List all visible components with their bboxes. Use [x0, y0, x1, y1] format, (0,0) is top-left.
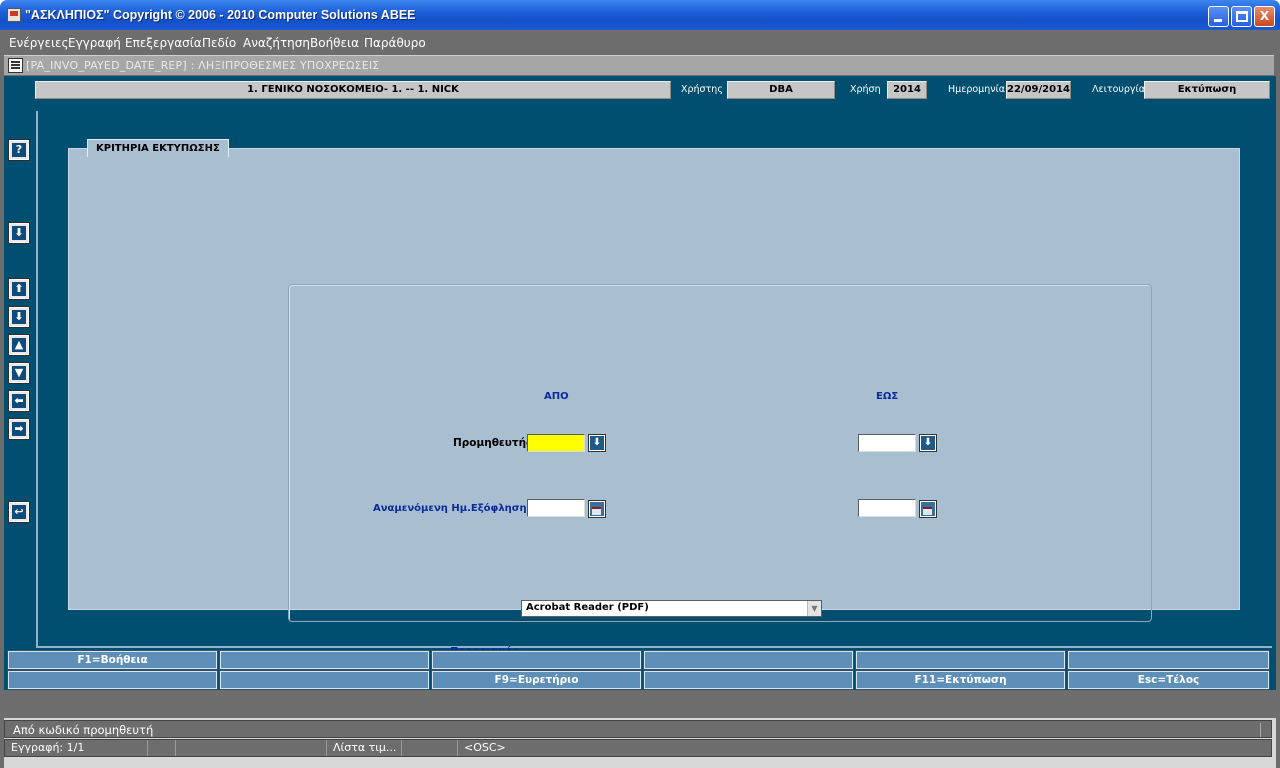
from-column-heading: ΑΠΟ	[544, 391, 569, 402]
status-cell	[402, 740, 458, 756]
fkey-blank[interactable]	[643, 670, 854, 690]
help-icon: ?	[12, 143, 26, 157]
fkey-blank[interactable]	[219, 670, 430, 690]
menu-edit[interactable]: Επεξεργασία	[125, 36, 202, 50]
user-label: Χρήστης	[681, 84, 723, 95]
window-title-bar[interactable]: "ΑΣΚΛΗΠΙΟΣ" Copyright © 2006 - 2010 Comp…	[0, 0, 1280, 30]
maximize-icon	[1236, 11, 1248, 22]
application-frame: Ενέργειες Εγγραφή Επεξεργασία Πεδίο Αναζ…	[0, 30, 1280, 768]
user-field: DBA	[727, 81, 835, 99]
chevron-down-icon[interactable]: ▼	[807, 601, 821, 616]
criteria-panel: ΑΠΟ ΕΩΣ Προμηθευτής ⬇ ⬇ Αναμενόμενη Ημ.Ε…	[68, 148, 1240, 657]
arrow-up-icon: ⬆	[12, 282, 26, 296]
form-title: [PA_INVO_PAYED_DATE_REP] : ΛΗΞΙΠΡΟΘΕΣΜΕΣ…	[26, 59, 380, 72]
date-field: 22/09/2014	[1006, 81, 1071, 99]
due-date-label: Αναμενόμενη Ημ.Εξόφλησης	[373, 503, 533, 514]
menu-help[interactable]: Βοήθεια	[310, 36, 359, 50]
return-icon: ↩	[12, 505, 26, 519]
destination-value: Acrobat Reader (PDF)	[526, 602, 649, 613]
status-area: Από κωδικό προμηθευτή Εγγραφή: 1/1 Λίστα…	[4, 718, 1276, 768]
form-icon	[8, 58, 23, 73]
window-title: "ΑΣΚΛΗΠΙΟΣ" Copyright © 2006 - 2010 Comp…	[25, 8, 416, 22]
status-cell	[148, 740, 176, 756]
supplier-to-lov-button[interactable]: ⬇	[919, 434, 937, 452]
exit-button[interactable]: ↩	[8, 501, 30, 523]
triangle-down-icon: ▼	[12, 366, 26, 380]
help-button[interactable]: ?	[8, 139, 30, 161]
previous-record-button[interactable]: ▲	[8, 334, 30, 356]
menu-field[interactable]: Πεδίο	[202, 36, 236, 50]
year-label: Χρήση	[850, 84, 881, 95]
status-bar: Εγγραφή: 1/1 Λίστα τιμ... <OSC>	[4, 739, 1272, 757]
close-button[interactable]: X	[1254, 6, 1275, 27]
supplier-from-input[interactable]	[527, 434, 585, 452]
fkey-blank[interactable]	[219, 650, 430, 670]
form-title-bar: [PA_INVO_PAYED_DATE_REP] : ΛΗΞΙΠΡΟΘΕΣΜΕΣ…	[4, 55, 1274, 75]
menu-search[interactable]: Αναζήτηση	[243, 36, 310, 50]
arrow-right-icon: ➡	[12, 422, 26, 436]
supplier-label: Προμηθευτής	[453, 437, 533, 449]
hint-bar: Από κωδικό προμηθευτή	[4, 720, 1272, 738]
due-date-to-input[interactable]	[858, 499, 916, 517]
fkey-blank[interactable]	[1067, 650, 1270, 670]
form-content: 1. ΓΕΝΙΚΟ ΝΟΣΟΚΟΜΕΙΟ- 1. -- 1. NICK Χρήσ…	[4, 76, 1276, 690]
menu-actions[interactable]: Ενέργειες	[9, 36, 69, 50]
arrow-left-icon: ⬅	[12, 394, 26, 408]
fkey-blank[interactable]	[643, 650, 854, 670]
arrow-down-bar-icon: ⬇	[12, 226, 26, 240]
due-date-from-input[interactable]	[527, 499, 585, 517]
criteria-box	[288, 284, 1152, 622]
f9-index-key[interactable]: F9=Ευρετήριο	[431, 670, 642, 690]
list-of-values-indicator: Λίστα τιμ...	[327, 740, 402, 756]
f11-print-key[interactable]: F11=Εκτύπωση	[855, 670, 1066, 690]
esc-exit-key[interactable]: Esc=Τέλος	[1067, 670, 1270, 690]
record-counter: Εγγραφή: 1/1	[5, 740, 148, 756]
year-field: 2014	[887, 81, 927, 99]
to-column-heading: ΕΩΣ	[876, 391, 899, 402]
minimize-button[interactable]	[1208, 6, 1229, 27]
fkey-blank[interactable]	[7, 670, 218, 690]
maximize-button[interactable]	[1231, 6, 1252, 27]
list-of-values-icon: ⬇	[923, 437, 933, 448]
destination-select[interactable]: Acrobat Reader (PDF) ▼	[521, 600, 822, 617]
due-date-from-calendar-button[interactable]	[588, 500, 606, 518]
arrow-down-icon: ⬇	[12, 310, 26, 324]
mode-indicator: <OSC>	[464, 741, 506, 754]
menu-record[interactable]: Εγγραφή	[68, 36, 121, 50]
triangle-up-icon: ▲	[12, 338, 26, 352]
next-field-button[interactable]: ➡	[8, 418, 30, 440]
menu-bar: Ενέργειες Εγγραφή Επεξεργασία Πεδίο Αναζ…	[4, 32, 1276, 54]
list-values-button[interactable]: ⬇	[8, 222, 30, 244]
function-field: Εκτύπωση	[1144, 81, 1270, 99]
due-date-to-calendar-button[interactable]	[919, 500, 937, 518]
f1-help-key[interactable]: F1=Βοήθεια	[7, 650, 218, 670]
minimize-icon	[1214, 19, 1222, 22]
hint-text: Από κωδικό προμηθευτή	[13, 723, 154, 737]
java-app-icon	[7, 8, 21, 22]
function-label: Λειτουργία	[1092, 84, 1146, 95]
hint-divider	[1260, 723, 1261, 737]
next-record-button[interactable]: ▼	[8, 362, 30, 384]
organization-field: 1. ΓΕΝΙΚΟ ΝΟΣΟΚΟΜΕΙΟ- 1. -- 1. NICK	[35, 81, 671, 99]
status-cell	[176, 740, 327, 756]
supplier-from-lov-button[interactable]: ⬇	[588, 434, 606, 452]
last-record-button[interactable]: ⬇	[8, 306, 30, 328]
first-record-button[interactable]: ⬆	[8, 278, 30, 300]
criteria-tab: ΚΡΙΤΗΡΙΑ ΕΚΤΥΠΩΣΗΣ	[87, 139, 229, 157]
fkey-blank[interactable]	[855, 650, 1066, 670]
fkey-blank[interactable]	[431, 650, 642, 670]
menu-window[interactable]: Παράθυρο	[364, 36, 426, 50]
date-label: Ημερομηνία	[948, 84, 1006, 95]
supplier-to-input[interactable]	[858, 434, 916, 452]
list-of-values-icon: ⬇	[592, 437, 602, 448]
previous-field-button[interactable]: ⬅	[8, 390, 30, 412]
